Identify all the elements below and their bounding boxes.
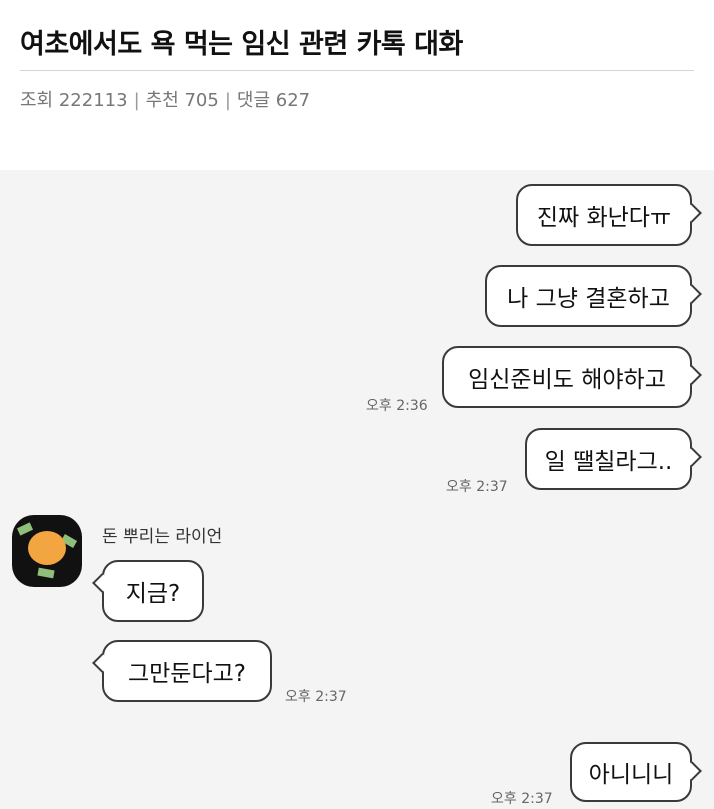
message-bubble: 그만둔다고? bbox=[102, 640, 272, 702]
message-bubble: 일 땔칠라그.. bbox=[525, 428, 692, 490]
message-text: 지금? bbox=[125, 581, 181, 607]
message-time: 오후 2:37 bbox=[446, 479, 508, 495]
message-time: 오후 2:37 bbox=[285, 689, 347, 705]
message-text: 일 땔칠라그.. bbox=[544, 449, 673, 475]
message-text: 임신준비도 해야하고 bbox=[468, 367, 666, 393]
money-bill-icon bbox=[16, 522, 34, 536]
message-time: 오후 2:37 bbox=[491, 791, 553, 807]
sender-name: 돈 뿌리는 라이언 bbox=[102, 527, 223, 547]
post-title: 여초에서도 욕 먹는 임신 관련 카톡 대화 bbox=[20, 29, 463, 60]
message-bubble: 임신준비도 해야하고 bbox=[442, 346, 692, 408]
stats-separator: | bbox=[224, 90, 231, 111]
message-bubble: 나 그냥 결혼하고 bbox=[485, 265, 692, 327]
message-text: 진짜 화난다ㅠ bbox=[536, 205, 672, 231]
header-divider bbox=[20, 70, 694, 71]
ryan-face-icon bbox=[28, 531, 66, 565]
post-header: 여초에서도 욕 먹는 임신 관련 카톡 대화 조회 222113 | 추천 705 |… bbox=[0, 0, 714, 170]
message-bubble: 진짜 화난다ㅠ bbox=[516, 184, 692, 246]
comment-count: 댓글 627 bbox=[236, 90, 311, 111]
message-bubble: 아니니니 bbox=[570, 742, 692, 802]
money-bill-icon bbox=[37, 567, 55, 579]
message-text: 나 그냥 결혼하고 bbox=[507, 286, 670, 312]
message-time: 오후 2:36 bbox=[366, 398, 428, 414]
message-text: 그만둔다고? bbox=[127, 661, 246, 687]
post-stats: 조회 222113 | 추천 705 | 댓글 627 bbox=[20, 86, 310, 112]
sender-avatar-icon bbox=[12, 515, 82, 587]
message-bubble: 지금? bbox=[102, 560, 204, 622]
message-text: 아니니니 bbox=[588, 762, 674, 788]
views-count: 조회 222113 bbox=[20, 90, 128, 111]
recommend-count: 추천 705 bbox=[145, 90, 219, 111]
stats-separator: | bbox=[133, 90, 140, 111]
